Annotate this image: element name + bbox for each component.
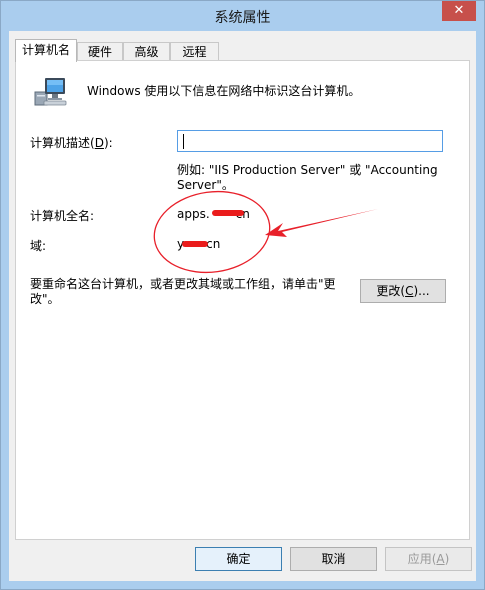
tab-remote[interactable]: 远程 (170, 42, 219, 61)
computer-icon (34, 78, 67, 106)
change-button[interactable]: 更改(C)... (360, 279, 446, 303)
cancel-button[interactable]: 取消 (290, 547, 377, 571)
system-properties-window: 系统属性 ✕ 计算机名 硬件 高级 远程 Windows 使用以下信息在网络中标… (0, 0, 485, 590)
tab-panel-computer-name: Windows 使用以下信息在网络中标识这台计算机。 计算机描述(D): 例如:… (15, 60, 470, 540)
redaction-mark (212, 210, 244, 216)
full-name-label: 计算机全名: (30, 209, 95, 223)
redaction-mark (182, 241, 208, 247)
window-title: 系统属性 (214, 10, 271, 26)
intro-text: Windows 使用以下信息在网络中标识这台计算机。 (87, 84, 361, 98)
rename-hint: 要重命名这台计算机，或者更改其域或工作组，请单击"更改"。 (30, 277, 336, 306)
description-label: 计算机描述(D): (30, 136, 113, 150)
tab-advanced[interactable]: 高级 (123, 42, 170, 61)
close-button[interactable]: ✕ (442, 1, 476, 21)
description-example: 例如: "IIS Production Server" 或 "Accountin… (177, 163, 438, 192)
domain-label: 域: (30, 239, 47, 253)
dialog-client-area: 计算机名 硬件 高级 远程 Windows 使用以下信息在网络中标识这台计算机。… (9, 31, 476, 581)
close-icon: ✕ (453, 3, 465, 18)
computer-description-input[interactable] (177, 130, 443, 152)
tab-hardware[interactable]: 硬件 (77, 42, 123, 61)
apply-button[interactable]: 应用(A) (385, 547, 472, 571)
text-caret (183, 134, 184, 149)
tab-computer-name[interactable]: 计算机名 (15, 39, 77, 62)
ok-button[interactable]: 确定 (195, 547, 282, 571)
title-bar[interactable]: 系统属性 ✕ (1, 1, 484, 31)
